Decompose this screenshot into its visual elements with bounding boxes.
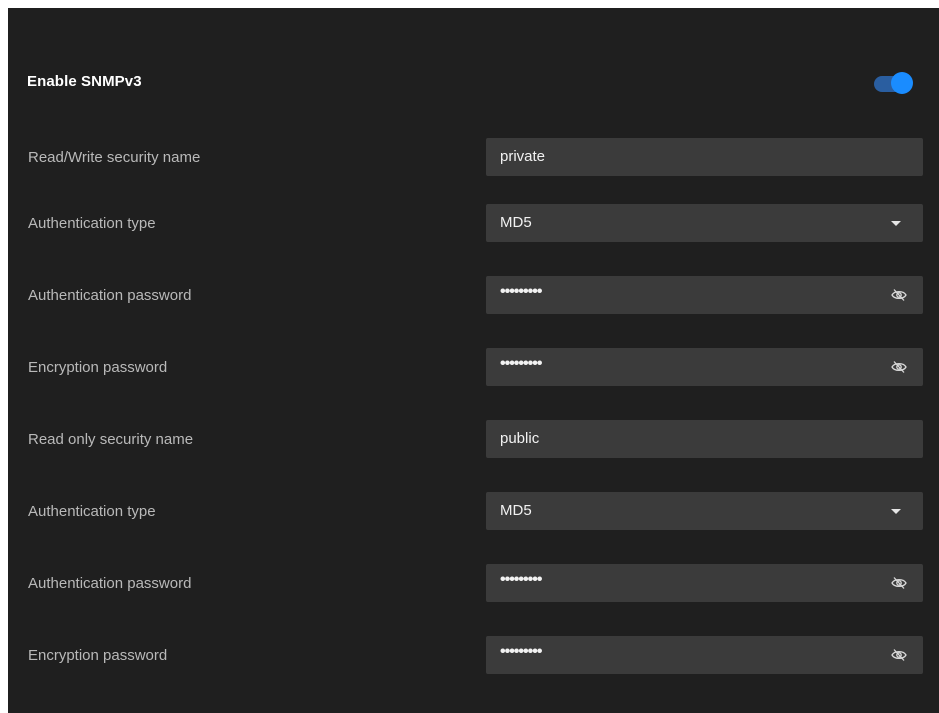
rw-auth-type-label: Authentication type (28, 215, 156, 232)
rw-auth-type-row: Authentication type MD5 (8, 204, 939, 244)
ro-auth-password-row: Authentication password ••••••••• (8, 564, 939, 604)
eye-slash-icon[interactable] (891, 648, 907, 662)
ro-encryption-password-row: Encryption password ••••••••• (8, 636, 939, 676)
ro-auth-password-value: ••••••••• (500, 571, 542, 588)
rw-security-name-value: private (500, 148, 546, 165)
rw-auth-type-select[interactable]: MD5 (486, 204, 923, 242)
eye-slash-icon[interactable] (891, 288, 907, 302)
rw-auth-password-row: Authentication password ••••••••• (8, 276, 939, 316)
rw-auth-type-value: MD5 (500, 214, 532, 231)
ro-security-name-value: public (500, 430, 540, 447)
enable-snmpv3-label: Enable SNMPv3 (27, 73, 142, 90)
rw-security-name-row: Read/Write security name private (8, 138, 939, 178)
rw-encryption-password-input[interactable]: ••••••••• (486, 348, 923, 386)
enable-snmpv3-row: Enable SNMPv3 (8, 58, 939, 108)
ro-auth-type-select[interactable]: MD5 (486, 492, 923, 530)
eye-slash-icon[interactable] (891, 360, 907, 374)
ro-auth-type-value: MD5 (500, 502, 532, 519)
ro-auth-type-row: Authentication type MD5 (8, 492, 939, 532)
rw-security-name-input[interactable]: private (486, 138, 923, 176)
ro-auth-type-label: Authentication type (28, 503, 156, 520)
rw-encryption-password-value: ••••••••• (500, 355, 542, 372)
rw-auth-password-label: Authentication password (28, 287, 192, 304)
ro-security-name-row: Read only security name public (8, 420, 939, 460)
rw-auth-password-value: ••••••••• (500, 283, 542, 300)
ro-encryption-password-label: Encryption password (28, 647, 168, 664)
enable-snmpv3-toggle[interactable] (872, 72, 913, 96)
chevron-down-icon (891, 509, 901, 514)
rw-encryption-password-label: Encryption password (28, 359, 168, 376)
chevron-down-icon (891, 221, 901, 226)
ro-encryption-password-input[interactable]: ••••••••• (486, 636, 923, 674)
snmpv3-settings-panel: Enable SNMPv3 Read/Write security name p… (8, 8, 939, 713)
ro-security-name-input[interactable]: public (486, 420, 923, 458)
rw-encryption-password-row: Encryption password ••••••••• (8, 348, 939, 388)
rw-auth-password-input[interactable]: ••••••••• (486, 276, 923, 314)
ro-auth-password-label: Authentication password (28, 575, 192, 592)
ro-encryption-password-value: ••••••••• (500, 643, 542, 660)
rw-security-name-label: Read/Write security name (28, 149, 201, 166)
ro-security-name-label: Read only security name (28, 431, 194, 448)
eye-slash-icon[interactable] (891, 576, 907, 590)
toggle-knob (891, 72, 913, 94)
ro-auth-password-input[interactable]: ••••••••• (486, 564, 923, 602)
